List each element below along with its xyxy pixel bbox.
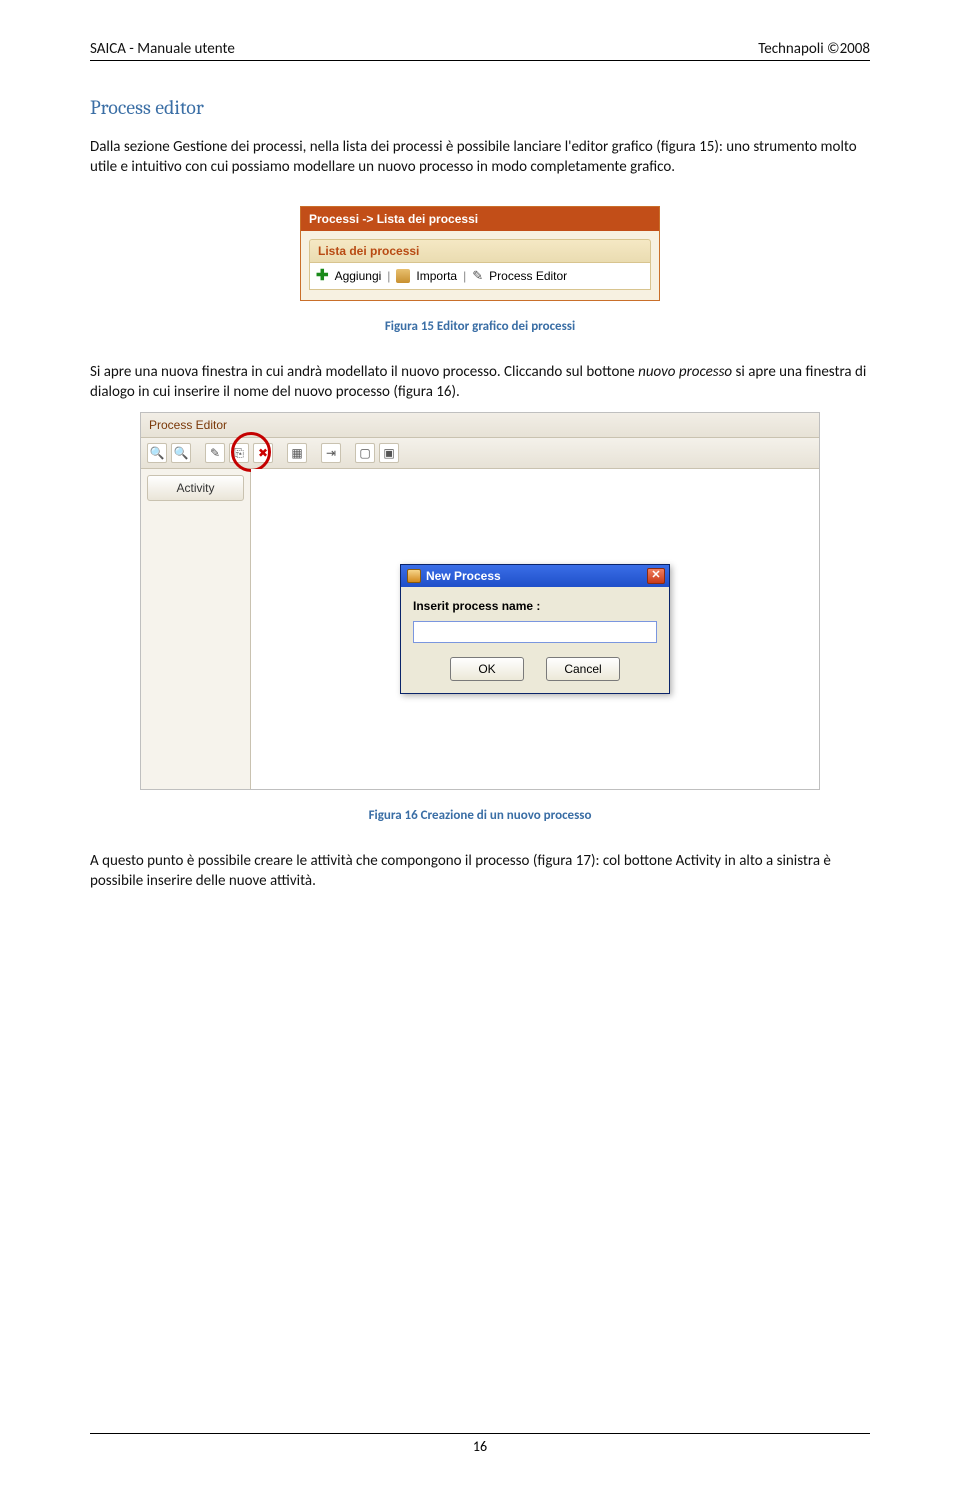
- separator-icon: |: [463, 269, 466, 283]
- separator-icon: |: [387, 269, 390, 283]
- process-editor-sidebar: Activity: [141, 469, 251, 789]
- page-header: SAICA - Manuale utente Technapoli ©2008: [90, 40, 870, 61]
- figure-15-caption: Figura 15 Editor grafico dei processi: [90, 319, 870, 334]
- activity-button[interactable]: Activity: [147, 475, 244, 501]
- para2-part-a: Si apre una nuova finestra in cui andrà …: [90, 363, 638, 381]
- dialog-title: New Process: [426, 569, 501, 583]
- paragraph-2: Si apre una nuova finestra in cui andrà …: [90, 362, 870, 403]
- fig15-process-editor[interactable]: Process Editor: [489, 269, 567, 283]
- process-editor-title: Process Editor: [141, 413, 819, 438]
- dialog-label: Inserit process name :: [413, 599, 657, 613]
- figure-15-screenshot: Processi -> Lista dei processi Lista dei…: [300, 206, 660, 301]
- app-icon: [407, 569, 421, 583]
- zoom-out-icon[interactable]: 🔍: [171, 443, 191, 463]
- toolbar-button[interactable]: ⎘: [229, 443, 249, 463]
- toolbar-button[interactable]: ▦: [287, 443, 307, 463]
- cancel-button[interactable]: Cancel: [546, 657, 620, 681]
- para2-italic: nuovo processo: [638, 363, 732, 381]
- toolbar-button[interactable]: ▣: [379, 443, 399, 463]
- fig15-aggiungi[interactable]: Aggiungi: [335, 269, 382, 283]
- toolbar-button[interactable]: ▢: [355, 443, 375, 463]
- process-name-input[interactable]: [413, 621, 657, 643]
- page-footer: 16: [90, 1433, 870, 1455]
- figure-16-caption: Figura 16 Creazione di un nuovo processo: [90, 808, 870, 823]
- process-editor-canvas: New Process ✕ Inserit process name : OK …: [251, 469, 819, 789]
- paragraph-1: Dalla sezione Gestione dei processi, nel…: [90, 137, 870, 178]
- paragraph-3: A questo punto è possibile creare le att…: [90, 851, 870, 892]
- fig15-panel-title: Lista dei processi: [309, 239, 651, 263]
- delete-button[interactable]: ✖: [253, 443, 273, 463]
- header-right: Technapoli ©2008: [758, 40, 870, 58]
- fig15-importa[interactable]: Importa: [416, 269, 457, 283]
- dialog-titlebar: New Process ✕: [401, 565, 669, 587]
- page-number: 16: [473, 1438, 487, 1455]
- figure-16-screenshot: Process Editor 🔍 🔍 ✎ ⎘ ✖ ▦ ⇥ ▢ ▣ Activit…: [140, 412, 820, 790]
- new-process-button[interactable]: ✎: [205, 443, 225, 463]
- fig15-window-title: Processi -> Lista dei processi: [301, 207, 659, 231]
- close-icon[interactable]: ✕: [647, 568, 665, 584]
- import-icon: [396, 269, 410, 283]
- section-title: Process editor: [90, 96, 870, 119]
- pencil-icon: ✎: [472, 268, 483, 284]
- zoom-in-icon[interactable]: 🔍: [147, 443, 167, 463]
- export-button[interactable]: ⇥: [321, 443, 341, 463]
- ok-button[interactable]: OK: [450, 657, 524, 681]
- fig15-toolbar: ✚ Aggiungi | Importa | ✎ Process Editor: [309, 263, 651, 290]
- header-left: SAICA - Manuale utente: [90, 40, 235, 58]
- process-editor-toolbar: 🔍 🔍 ✎ ⎘ ✖ ▦ ⇥ ▢ ▣: [141, 438, 819, 469]
- new-process-dialog: New Process ✕ Inserit process name : OK …: [400, 564, 670, 694]
- plus-icon: ✚: [316, 270, 329, 282]
